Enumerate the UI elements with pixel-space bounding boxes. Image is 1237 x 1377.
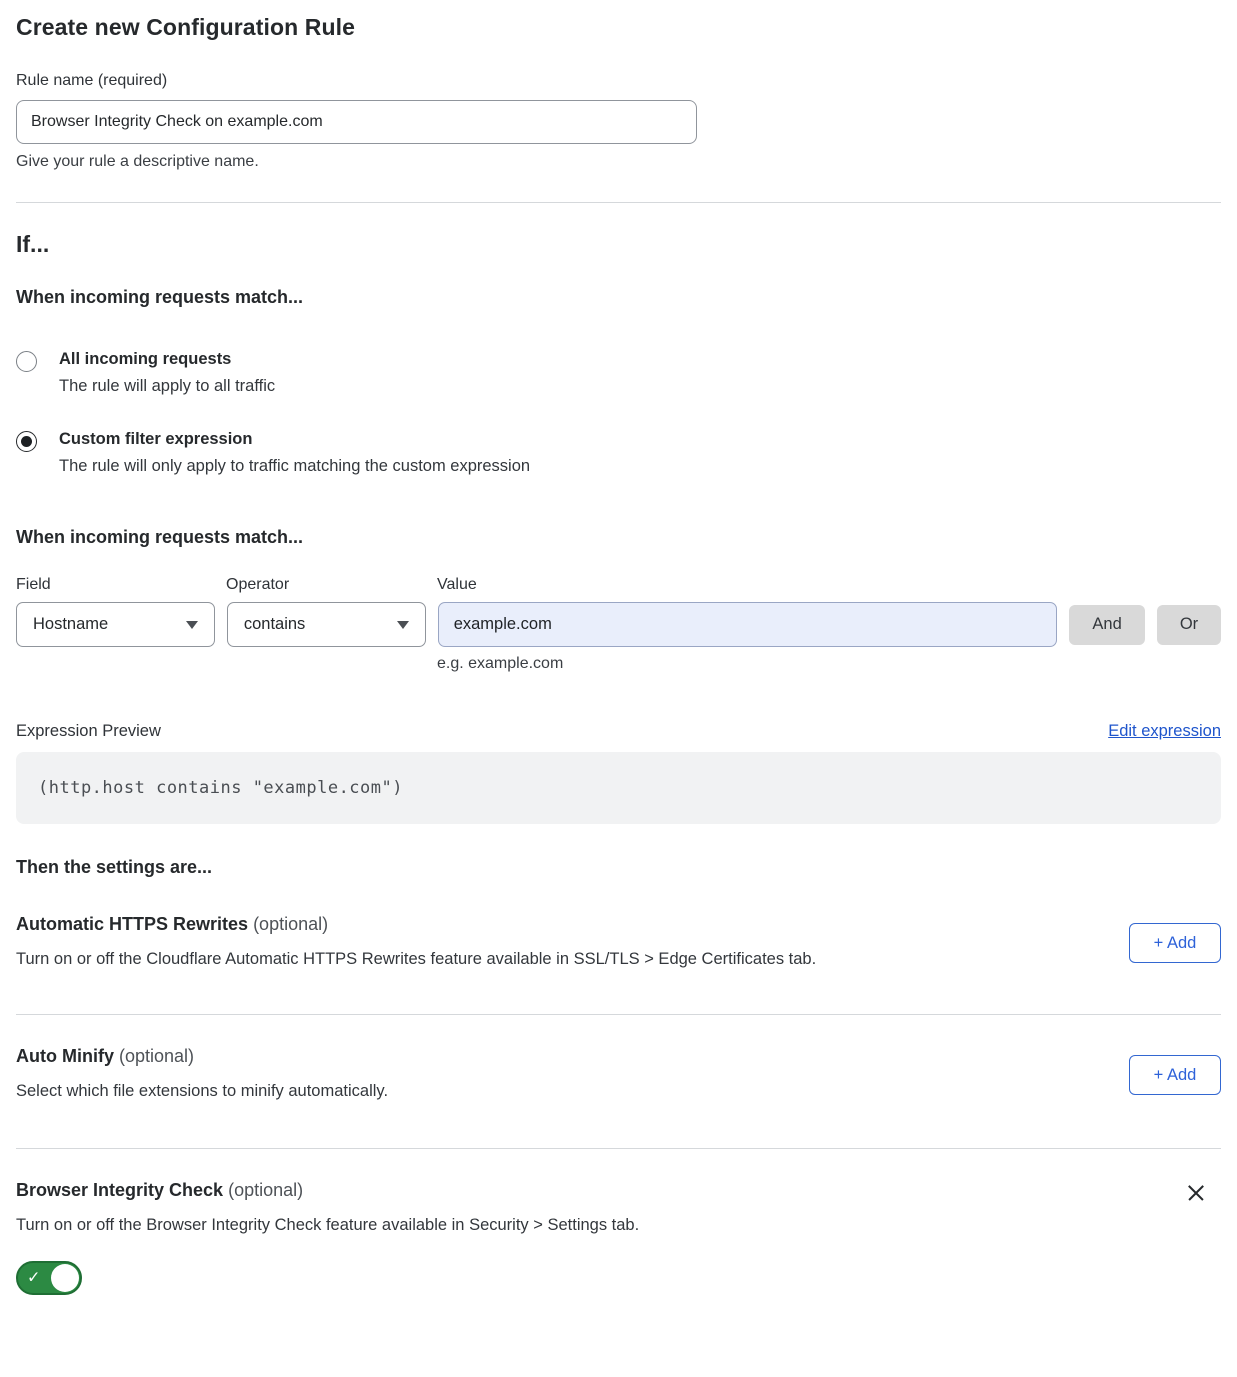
operator-select[interactable]: contains	[227, 602, 426, 647]
page-title: Create new Configuration Rule	[16, 14, 1221, 41]
section-divider	[16, 1014, 1221, 1015]
radio-description: The rule will apply to all traffic	[59, 377, 275, 396]
match-subheading: When incoming requests match...	[16, 287, 1221, 308]
add-button[interactable]: + Add	[1129, 1055, 1221, 1095]
setting-optional-label: (optional)	[253, 914, 328, 934]
setting-description: Select which file extensions to minify a…	[16, 1082, 388, 1101]
value-input[interactable]	[438, 602, 1057, 647]
check-icon: ✓	[27, 1268, 40, 1288]
radio-option-all-requests[interactable]: All incoming requests The rule will appl…	[16, 350, 1221, 396]
if-heading: If...	[16, 231, 1221, 258]
setting-description: Turn on or off the Browser Integrity Che…	[16, 1216, 639, 1235]
radio-description: The rule will only apply to traffic matc…	[59, 457, 530, 476]
value-help-text: e.g. example.com	[437, 655, 1221, 673]
or-button[interactable]: Or	[1157, 605, 1221, 645]
rule-name-label: Rule name (required)	[16, 72, 1221, 90]
field-column-label: Field	[16, 576, 226, 594]
setting-description: Turn on or off the Cloudflare Automatic …	[16, 950, 816, 969]
field-select-value: Hostname	[33, 615, 108, 634]
toggle-knob[interactable]	[51, 1264, 79, 1292]
operator-column-label: Operator	[226, 576, 437, 594]
operator-select-value: contains	[244, 615, 305, 634]
expression-code-text: (http.host contains "example.com")	[38, 778, 403, 798]
radio-option-custom-expression[interactable]: Custom filter expression The rule will o…	[16, 430, 1221, 476]
setting-auto-minify: Auto Minify (optional) Select which file…	[16, 1046, 1221, 1101]
section-divider	[16, 202, 1221, 203]
radio-button-icon[interactable]	[16, 431, 37, 452]
section-divider	[16, 1148, 1221, 1149]
setting-title: Browser Integrity Check (optional)	[16, 1180, 639, 1201]
then-heading: Then the settings are...	[16, 857, 1221, 878]
expression-preview-code: (http.host contains "example.com")	[16, 752, 1221, 824]
setting-optional-label: (optional)	[228, 1180, 303, 1200]
and-button[interactable]: And	[1069, 605, 1145, 645]
radio-label: All incoming requests	[59, 350, 275, 369]
chevron-down-icon	[397, 621, 409, 629]
setting-optional-label: (optional)	[119, 1046, 194, 1066]
radio-button-icon[interactable]	[16, 351, 37, 372]
setting-browser-integrity-check: Browser Integrity Check (optional) Turn …	[16, 1180, 1221, 1235]
radio-label: Custom filter expression	[59, 430, 530, 449]
setting-title: Auto Minify (optional)	[16, 1046, 388, 1067]
value-column-label: Value	[437, 576, 477, 594]
expression-preview-label: Expression Preview	[16, 722, 161, 741]
rule-name-help: Give your rule a descriptive name.	[16, 153, 1221, 171]
close-icon[interactable]	[1185, 1182, 1207, 1204]
edit-expression-link[interactable]: Edit expression	[1108, 722, 1221, 741]
rule-name-input[interactable]	[16, 100, 697, 144]
field-select[interactable]: Hostname	[16, 602, 215, 647]
add-button[interactable]: + Add	[1129, 923, 1221, 963]
chevron-down-icon	[186, 621, 198, 629]
setting-automatic-https-rewrites: Automatic HTTPS Rewrites (optional) Turn…	[16, 914, 1221, 969]
builder-heading: When incoming requests match...	[16, 527, 1221, 548]
setting-title: Automatic HTTPS Rewrites (optional)	[16, 914, 816, 935]
browser-integrity-check-toggle[interactable]: ✓	[16, 1261, 82, 1295]
